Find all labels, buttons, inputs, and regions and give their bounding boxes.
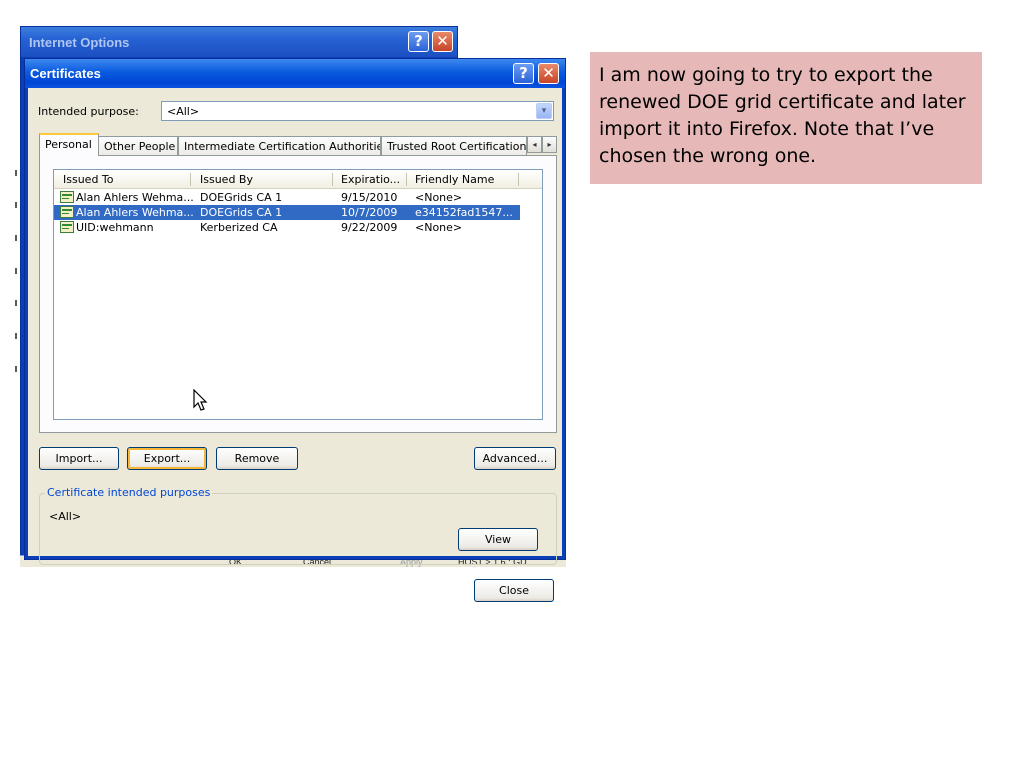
tab-intermediate-ca[interactable]: Intermediate Certification Authorities	[178, 136, 381, 155]
chevron-down-icon[interactable]: ▾	[536, 103, 552, 119]
list-header: Issued To Issued By Expiratio... Friendl…	[54, 170, 542, 189]
intended-purposes-group: Certificate intended purposes <All> View	[39, 486, 557, 565]
edge-artifact	[15, 300, 17, 306]
cell-issued-by: Kerberized CA	[200, 221, 278, 234]
io-close-button[interactable]: ✕	[432, 31, 453, 52]
view-button[interactable]: View	[458, 528, 538, 551]
table-row-selected[interactable]: Alan Ahlers Wehma... DOEGrids CA 1 10/7/…	[54, 205, 520, 220]
edge-artifact	[15, 268, 17, 274]
close-button[interactable]: Close	[474, 579, 554, 602]
tab-other-people[interactable]: Other People	[98, 136, 178, 155]
cell-issued-by: DOEGrids CA 1	[200, 191, 283, 204]
cell-expiration: 9/22/2009	[341, 221, 398, 234]
edge-artifact	[15, 366, 17, 372]
advanced-button[interactable]: Advanced...	[474, 447, 556, 470]
import-button[interactable]: Import...	[39, 447, 119, 470]
intended-purpose-value: <All>	[167, 105, 200, 118]
column-expiration[interactable]: Expiratio...	[341, 173, 400, 186]
intended-purpose-select[interactable]: <All> ▾	[161, 101, 554, 121]
certificates-body: Intended purpose: <All> ▾ Personal Other…	[28, 88, 562, 602]
close-icon[interactable]: ✕	[538, 63, 559, 84]
cell-expiration: 9/15/2010	[341, 191, 398, 204]
io-help-button[interactable]: ?	[408, 31, 429, 52]
mouse-pointer-icon	[193, 389, 208, 411]
certificates-dialog: Certificates ? ✕ Intended purpose: <All>…	[24, 58, 566, 602]
certificate-icon	[60, 191, 74, 203]
cell-issued-by: DOEGrids CA 1	[200, 206, 283, 219]
certificate-icon	[60, 206, 74, 218]
column-divider	[406, 173, 407, 186]
column-friendly-name[interactable]: Friendly Name	[415, 173, 494, 186]
column-issued-by[interactable]: Issued By	[200, 173, 253, 186]
column-divider	[332, 173, 333, 186]
certificate-icon	[60, 221, 74, 233]
edge-artifact	[15, 170, 17, 176]
table-row[interactable]: Alan Ahlers Wehma... DOEGrids CA 1 9/15/…	[54, 190, 542, 205]
tab-page-personal: Issued To Issued By Expiratio... Friendl…	[39, 155, 557, 433]
intended-purpose-label: Intended purpose:	[38, 105, 139, 118]
group-value: <All>	[49, 510, 82, 523]
cell-issued-to: Alan Ahlers Wehma...	[76, 191, 194, 204]
column-divider	[190, 173, 191, 186]
column-issued-to[interactable]: Issued To	[63, 173, 114, 186]
certificate-tabs: Personal Other People Intermediate Certi…	[39, 133, 557, 156]
edge-artifact	[15, 235, 17, 241]
export-button[interactable]: Export...	[127, 447, 207, 470]
edge-artifact	[15, 333, 17, 339]
table-row[interactable]: UID:wehmann Kerberized CA 9/22/2009 <Non…	[54, 220, 542, 235]
tab-scroll-buttons: ◂ ▸	[527, 136, 557, 153]
column-divider	[518, 173, 519, 186]
cell-issued-to: Alan Ahlers Wehma...	[76, 206, 194, 219]
scroll-left-icon[interactable]: ◂	[527, 136, 542, 153]
help-button[interactable]: ?	[513, 63, 534, 84]
remove-button[interactable]: Remove	[216, 447, 298, 470]
cell-friendly-name: <None>	[415, 191, 463, 204]
cell-friendly-name: e34152fad1547...	[415, 206, 513, 219]
edge-artifact	[15, 202, 17, 208]
cell-issued-to: UID:wehmann	[76, 221, 154, 234]
tab-personal[interactable]: Personal	[39, 133, 99, 156]
annotation-note: I am now going to try to export the rene…	[590, 52, 982, 184]
certificate-list[interactable]: Issued To Issued By Expiratio... Friendl…	[53, 169, 543, 420]
tab-trusted-root[interactable]: Trusted Root Certification	[381, 136, 527, 155]
annotation-text: I am now going to try to export the rene…	[599, 64, 966, 167]
cell-friendly-name: <None>	[415, 221, 463, 234]
internet-options-title: Internet Options	[21, 27, 457, 57]
cell-expiration: 10/7/2009	[341, 206, 398, 219]
group-label: Certificate intended purposes	[45, 486, 213, 499]
scroll-right-icon[interactable]: ▸	[542, 136, 557, 153]
certificates-title: Certificates	[25, 59, 565, 88]
